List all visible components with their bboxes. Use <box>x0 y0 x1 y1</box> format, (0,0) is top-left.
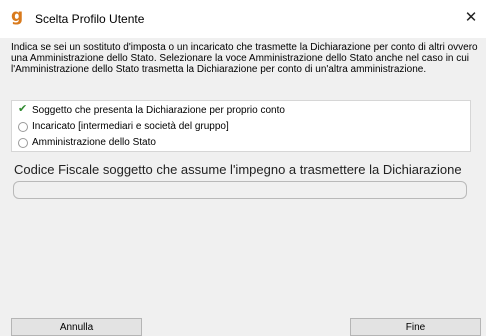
dialog-window: g Scelta Profilo Utente ✕ Indica se sei … <box>0 0 486 336</box>
checkmark-icon: ✔ <box>18 102 28 115</box>
profile-option-label: Incaricato [intermediari e società del g… <box>32 121 229 132</box>
close-button[interactable]: ✕ <box>456 6 486 30</box>
profile-option-label: Amministrazione dello Stato <box>32 137 156 148</box>
cancel-button[interactable]: Annulla <box>11 318 142 336</box>
info-text: Indica se sei un sostituto d'imposta o u… <box>11 42 478 75</box>
radio-unchecked-icon <box>18 138 28 148</box>
title-bar: g Scelta Profilo Utente ✕ <box>0 0 486 38</box>
dialog-content: Indica se sei un sostituto d'imposta o u… <box>0 38 486 336</box>
finish-button[interactable]: Fine <box>350 318 481 336</box>
codice-fiscale-input[interactable] <box>13 181 467 199</box>
profile-option-label: Soggetto che presenta la Dichiarazione p… <box>32 105 285 116</box>
window-title: Scelta Profilo Utente <box>35 12 145 26</box>
profile-radio-group: ✔ Soggetto che presenta la Dichiarazione… <box>11 100 471 152</box>
codice-fiscale-label: Codice Fiscale soggetto che assume l'imp… <box>14 162 462 177</box>
radio-unchecked-icon <box>18 122 28 132</box>
app-logo-icon: g <box>11 6 24 26</box>
